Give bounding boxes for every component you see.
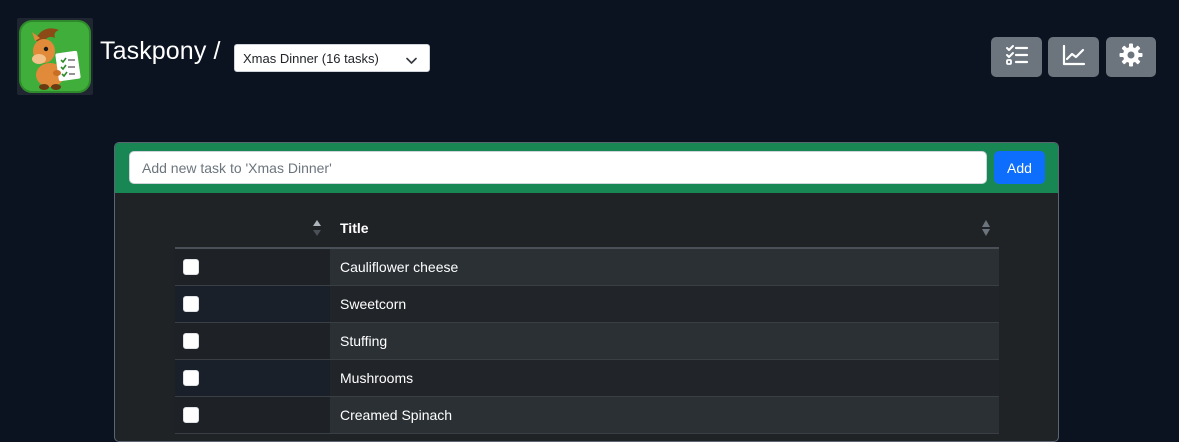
task-checkbox[interactable] — [183, 296, 199, 312]
list-selector[interactable]: Xmas Dinner (16 tasks) — [234, 44, 430, 72]
checkbox-cell — [175, 323, 330, 359]
checkbox-cell — [175, 397, 330, 433]
table-row: Stuffing — [175, 323, 999, 360]
app-header: Taskpony / Xmas Dinner (16 tasks) — [0, 0, 1179, 110]
stats-button[interactable] — [1048, 37, 1099, 77]
app-logo[interactable] — [17, 18, 93, 95]
table-header: Title — [175, 207, 999, 249]
new-task-input[interactable] — [129, 151, 987, 184]
list-selector-value: Xmas Dinner (16 tasks) — [243, 50, 379, 66]
add-task-bar: Add — [115, 143, 1058, 193]
task-list-icon — [1005, 44, 1029, 71]
task-title[interactable]: Stuffing — [340, 333, 387, 349]
chart-line-icon — [1062, 44, 1086, 71]
task-title[interactable]: Mushrooms — [340, 370, 413, 386]
pony-logo-icon — [19, 20, 91, 93]
task-checkbox[interactable] — [183, 407, 199, 423]
table-row: Mushrooms — [175, 360, 999, 397]
checkbox-cell — [175, 286, 330, 322]
task-title[interactable]: Cauliflower cheese — [340, 259, 458, 275]
task-checkbox[interactable] — [183, 333, 199, 349]
gear-icon — [1119, 43, 1143, 72]
task-panel: Add Title Cauliflower cheese Sweetcorn S — [114, 142, 1059, 442]
table-row: Sweetcorn — [175, 286, 999, 323]
app-title: Taskpony / — [100, 37, 221, 65]
sort-icon[interactable] — [981, 219, 991, 242]
add-task-button[interactable]: Add — [994, 151, 1045, 184]
chevron-down-icon — [406, 53, 417, 68]
title-column-header[interactable]: Title — [340, 220, 369, 236]
task-title[interactable]: Creamed Spinach — [340, 407, 452, 423]
settings-button[interactable] — [1106, 37, 1156, 77]
task-checkbox[interactable] — [183, 370, 199, 386]
table-row: Cauliflower cheese — [175, 249, 999, 286]
table-body: Cauliflower cheese Sweetcorn Stuffing Mu… — [175, 249, 999, 434]
task-table: Title Cauliflower cheese Sweetcorn Stuff… — [175, 207, 999, 434]
task-title[interactable]: Sweetcorn — [340, 296, 406, 312]
checkbox-cell — [175, 249, 330, 285]
task-checkbox[interactable] — [183, 259, 199, 275]
table-row: Creamed Spinach — [175, 397, 999, 434]
checkbox-cell — [175, 360, 330, 396]
tasks-button[interactable] — [991, 37, 1042, 77]
sort-icon[interactable] — [312, 219, 322, 242]
